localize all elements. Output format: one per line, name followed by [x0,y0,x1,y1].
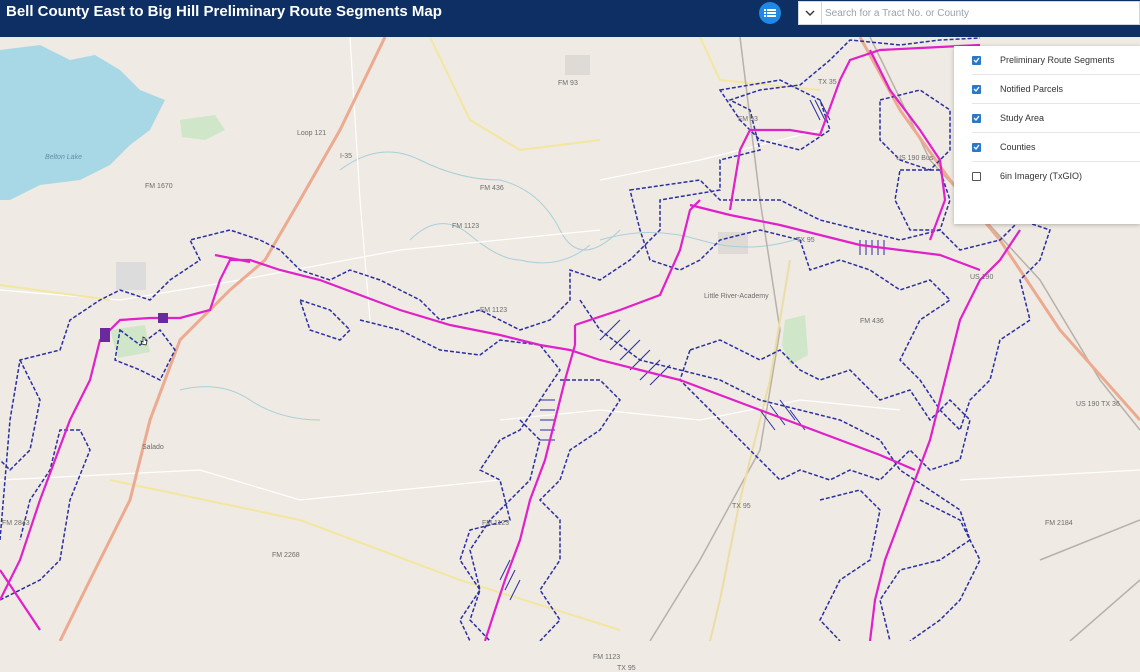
road-label: FM 1123 [593,654,621,661]
urban-area [565,55,590,75]
layer-row-6in-imagery[interactable]: 6in Imagery (TxGIO) [972,162,1140,190]
road-label: FM 93 [738,116,758,123]
water-label: Belton Lake [45,154,82,161]
layer-row-preliminary-route-segments[interactable]: Preliminary Route Segments [972,46,1140,75]
road-label: US 190 Bus [896,155,934,162]
road-label: FM 1123 [482,520,510,527]
check-icon [973,144,980,150]
road-label: TX 35 [818,79,837,86]
urban-area [718,232,748,254]
road-label: FM 2843 [2,520,30,527]
road-label: FM 436 [860,318,884,325]
road-label: I-35 [340,153,353,160]
layer-checkbox[interactable] [972,84,981,94]
layer-list-button[interactable] [759,2,781,24]
layer-checkbox[interactable] [972,55,981,65]
search-source-dropdown[interactable] [799,2,822,24]
search-box [798,1,1140,25]
layer-label: Counties [1000,142,1036,152]
layer-row-study-area[interactable]: Study Area [972,104,1140,133]
check-icon [973,115,980,121]
search-input[interactable] [825,5,1125,21]
place-label: Little River-Academy [704,293,769,300]
hand-cursor-icon [140,336,148,346]
road-label: TX 95 [617,665,636,672]
road-label: TX 95 [796,237,815,244]
road-label: TX 95 [732,503,751,510]
road-label: Loop 121 [297,130,327,137]
road-label: FM 436 [480,185,504,192]
layer-checkbox[interactable] [972,113,981,123]
layer-label: Preliminary Route Segments [1000,55,1115,65]
layer-label: 6in Imagery (TxGIO) [1000,171,1083,181]
road-label: FM 1123 [452,223,480,230]
urban-area [116,262,146,290]
page-title: Bell County East to Big Hill Preliminary… [6,3,442,20]
road-label: US 190 [970,274,994,281]
layer-checkbox[interactable] [972,142,981,152]
layer-row-counties[interactable]: Counties [972,133,1140,162]
road-label: US 190 TX 36 [1076,401,1120,408]
layer-panel: Preliminary Route Segments Notified Parc… [954,46,1140,224]
list-icon [764,9,776,17]
road-label: FM 2268 [272,552,300,559]
layer-label: Study Area [1000,113,1045,123]
check-icon [973,57,980,63]
header-bar: Bell County East to Big Hill Preliminary… [0,0,1140,37]
layer-label: Notified Parcels [1000,84,1064,94]
road-label: FM 1670 [145,183,173,190]
road-label: FM 1123 [480,307,508,314]
place-label: Salado [142,444,164,451]
chevron-down-icon [805,10,815,16]
check-icon [973,86,980,92]
map-cursor [140,333,148,346]
road-label: FM 93 [558,80,578,87]
layer-checkbox[interactable] [972,171,981,181]
layer-row-notified-parcels[interactable]: Notified Parcels [972,75,1140,104]
road-label: FM 2184 [1045,520,1073,527]
